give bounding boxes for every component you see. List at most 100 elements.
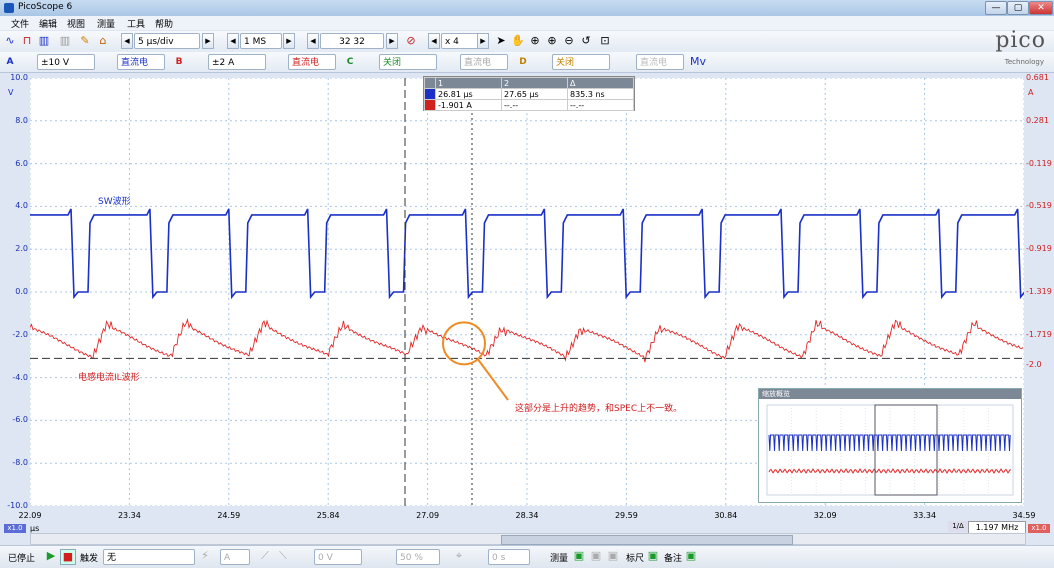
x-axis-unit: μs <box>30 524 40 533</box>
zoom-in-icon[interactable]: ⊕ <box>528 34 542 48</box>
maximize-button[interactable]: ▢ <box>1007 1 1029 15</box>
menu-view[interactable]: 视图 <box>64 17 88 30</box>
channel-toolbar: A ±10 V 直流电 B ±2 A 直流电 C 关闭 直流电 D 关闭 直流电… <box>0 52 1054 73</box>
persistence-mode-icon[interactable]: ⊓ <box>20 34 34 48</box>
compass-icon[interactable]: ⊘ <box>404 34 418 48</box>
trigger-level-input[interactable]: 0 V <box>314 549 362 565</box>
right-tick-label: 0.681 <box>1026 73 1049 82</box>
x-tick-label: 27.09 <box>416 511 440 520</box>
pointer-icon[interactable]: ➤ <box>494 34 508 48</box>
falling-edge-icon[interactable]: ⟍ <box>276 549 290 563</box>
annotation-arrow <box>477 358 509 401</box>
channel-a-label[interactable]: A <box>3 54 17 70</box>
notes-icon[interactable]: ▣ <box>684 549 698 563</box>
ruler-header-blank <box>424 77 436 89</box>
il-waveform <box>29 318 1024 363</box>
ruler-row1-col2: 27.65 μs <box>501 88 568 100</box>
ruler-row1-col1: 26.81 μs <box>435 88 502 100</box>
left-tick-label: 4.0 <box>15 201 28 211</box>
x-tick-label: 23.34 <box>117 511 141 520</box>
window-title: PicoScope 6 <box>18 2 73 12</box>
capture-prev-arrow[interactable]: ◀ <box>307 33 319 49</box>
samples-right-arrow[interactable]: ▶ <box>283 33 295 49</box>
edit-measurement-icon[interactable]: ▣ <box>589 549 603 563</box>
math-channel-icon[interactable]: Mv <box>690 55 706 69</box>
trigger-position-icon[interactable]: ⌖ <box>452 549 466 563</box>
timebase-select[interactable]: 5 μs/div <box>134 33 200 49</box>
ruler-row1-delta: 835.3 ns <box>567 88 634 100</box>
zoom-out-icon[interactable]: ⊖ <box>562 34 576 48</box>
zoom-right-arrow[interactable]: ▶ <box>477 33 489 49</box>
minimize-button[interactable]: — <box>985 1 1007 15</box>
scope-mode-icon[interactable]: ∿ <box>3 34 17 48</box>
menu-tools[interactable]: 工具 <box>124 17 148 30</box>
channel-a-coupling[interactable]: 直流电 <box>117 54 165 70</box>
start-icon[interactable]: ▶ <box>44 549 58 563</box>
channel-b-range[interactable]: ±2 A <box>208 54 266 70</box>
channel-d-range[interactable]: 关闭 <box>552 54 610 70</box>
stop-icon[interactable]: ■ <box>60 549 76 565</box>
spectrum-mode-icon[interactable]: ▥ <box>37 34 51 48</box>
channel-c-coupling[interactable]: 直流电 <box>460 54 508 70</box>
il-waveform-label: 电感电流IL波形 <box>78 373 140 383</box>
samples-select[interactable]: 1 MS <box>240 33 282 49</box>
ruler-row2-delta: --.-- <box>567 99 634 111</box>
zoom-overview-panel[interactable]: 缩放概览 <box>758 388 1022 503</box>
zoom-left-arrow[interactable]: ◀ <box>428 33 440 49</box>
trigger-mode-select[interactable]: 无 <box>103 549 195 565</box>
samples-left-arrow[interactable]: ◀ <box>227 33 239 49</box>
x-tick-label: 32.09 <box>813 511 837 520</box>
probe-icon[interactable]: ✎ <box>78 34 92 48</box>
capture-next-arrow[interactable]: ▶ <box>386 33 398 49</box>
capture-count[interactable]: 32 32 <box>320 33 384 49</box>
channel-d-label[interactable]: D <box>516 54 530 70</box>
home-icon[interactable]: ⌂ <box>96 34 110 48</box>
delete-measurement-icon[interactable]: ▣ <box>606 549 620 563</box>
rising-edge-icon[interactable]: ⟋ <box>258 549 272 563</box>
left-scale-badge[interactable]: x1.0 <box>4 524 26 533</box>
spectrum-alt-icon[interactable]: ▥ <box>58 34 72 48</box>
ruler-settings-icon[interactable]: ▣ <box>646 549 660 563</box>
channel-c-range[interactable]: 关闭 <box>379 54 437 70</box>
zoom-fit-icon[interactable]: ⊡ <box>598 34 612 48</box>
trigger-percent-input[interactable]: 50 % <box>396 549 440 565</box>
channel-b-coupling[interactable]: 直流电 <box>288 54 336 70</box>
channel-a-range[interactable]: ±10 V <box>37 54 95 70</box>
undo-zoom-icon[interactable]: ↺ <box>579 34 593 48</box>
right-tick-label: -1.719 <box>1026 329 1052 339</box>
trigger-advanced-icon[interactable]: ⚡ <box>198 549 212 563</box>
channel-d-coupling[interactable]: 直流电 <box>636 54 684 70</box>
ruler-panel[interactable]: 1 2 Δ 26.81 μs 27.65 μs 835.3 ns -1.901 … <box>423 76 635 111</box>
trigger-label: 触发 <box>80 554 99 564</box>
channel-b-label[interactable]: B <box>172 54 186 70</box>
right-tick-label: -0.919 <box>1026 244 1052 254</box>
notes-label: 备注 <box>664 554 683 564</box>
trigger-channel-select[interactable]: A <box>220 549 250 565</box>
left-tick-label: 2.0 <box>15 244 28 254</box>
hand-icon[interactable]: ✋ <box>511 34 525 48</box>
right-tick-label: -0.119 <box>1026 158 1052 168</box>
right-tick-label: -2.0 <box>1026 359 1042 369</box>
menu-measure[interactable]: 测量 <box>94 17 118 30</box>
horizontal-scrollbar[interactable] <box>30 533 1026 545</box>
ruler-header-2: 2 <box>501 77 568 89</box>
menu-file[interactable]: 文件 <box>8 17 32 30</box>
left-axis-unit: V <box>8 88 14 97</box>
run-state-label: 已停止 <box>8 554 36 564</box>
app-icon <box>4 3 14 13</box>
close-button[interactable]: ✕ <box>1029 1 1053 15</box>
menu-help[interactable]: 帮助 <box>152 17 176 30</box>
ruler-row2-marker <box>424 99 436 111</box>
channel-c-label[interactable]: C <box>343 54 357 70</box>
timebase-left-arrow[interactable]: ◀ <box>121 33 133 49</box>
menu-edit[interactable]: 编辑 <box>36 17 60 30</box>
ruler-header-1: 1 <box>435 77 502 89</box>
right-scale-badge[interactable]: x1.0 <box>1028 524 1050 533</box>
zoom-in-x-icon[interactable]: ⊕ <box>545 34 559 48</box>
timebase-right-arrow[interactable]: ▶ <box>202 33 214 49</box>
rulers-label: 标尺 <box>626 554 645 564</box>
trigger-time-input[interactable]: 0 s <box>488 549 530 565</box>
add-measurement-icon[interactable]: ▣ <box>572 549 586 563</box>
right-tick-label: -1.319 <box>1026 287 1052 296</box>
scrollbar-thumb[interactable] <box>501 535 793 545</box>
